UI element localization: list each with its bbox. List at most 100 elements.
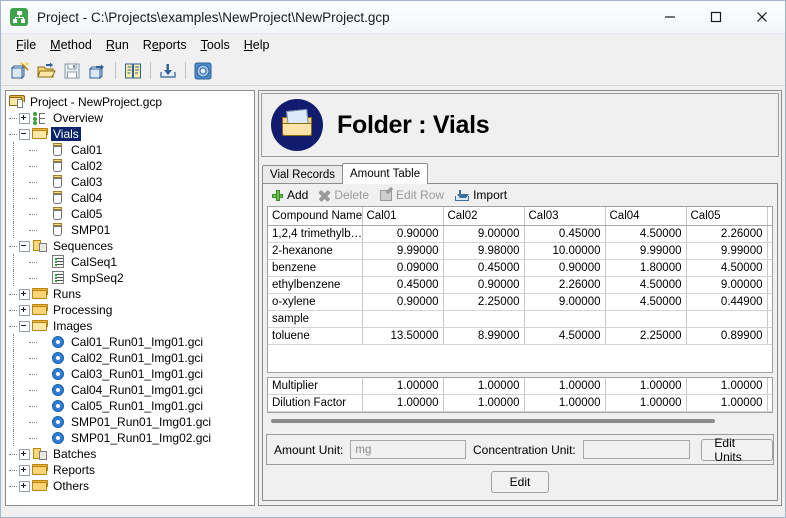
process-icon[interactable] — [190, 59, 216, 83]
cell-value[interactable]: 4.50000 — [605, 277, 686, 294]
cell-value[interactable]: 9.99000 — [686, 243, 767, 260]
tree-item-others[interactable]: Others — [9, 478, 254, 494]
cell-value[interactable] — [767, 260, 773, 277]
tree-item-cal04[interactable]: Cal04 — [9, 190, 254, 206]
tree-expander-expand-icon[interactable] — [19, 289, 30, 300]
new-project-icon[interactable] — [7, 59, 33, 83]
menu-reports[interactable]: Reports — [136, 36, 194, 54]
summary-row[interactable]: Dilution Factor1.000001.000001.000001.00… — [268, 395, 773, 412]
tree-item-smp01-run01-img02-gci[interactable]: SMP01_Run01_Img02.gci — [9, 430, 254, 446]
cell-value[interactable]: 4.50000 — [524, 328, 605, 345]
cell-value[interactable]: 4.50000 — [686, 260, 767, 277]
tree-expander-expand-icon[interactable] — [19, 449, 30, 460]
cell-value[interactable] — [686, 311, 767, 328]
close-project-icon[interactable] — [85, 59, 111, 83]
tree-item-cal03[interactable]: Cal03 — [9, 174, 254, 190]
tree-item-cal03-run01-img01-gci[interactable]: Cal03_Run01_Img01.gci — [9, 366, 254, 382]
tree-item-overview[interactable]: Overview — [9, 110, 254, 126]
tree-expander-collapse-icon[interactable] — [19, 129, 30, 140]
cell-value[interactable]: 9.00000 — [443, 226, 524, 243]
table-row[interactable]: 2-hexanone9.990009.9800010.000009.990009… — [268, 243, 773, 260]
summary-cell-value[interactable]: 1.00000 — [362, 378, 443, 395]
cell-compound-name[interactable]: o-xylene — [268, 294, 362, 311]
cell-compound-name[interactable]: benzene — [268, 260, 362, 277]
menu-help[interactable]: Help — [237, 36, 277, 54]
cell-value[interactable] — [767, 328, 773, 345]
cell-value[interactable]: 4.50000 — [605, 226, 686, 243]
summary-cell-value[interactable] — [767, 395, 773, 412]
tree-item-processing[interactable]: Processing — [9, 302, 254, 318]
tree-item-cal04-run01-img01-gci[interactable]: Cal04_Run01_Img01.gci — [9, 382, 254, 398]
cell-value[interactable] — [767, 294, 773, 311]
tree-item-cal01[interactable]: Cal01 — [9, 142, 254, 158]
table-row[interactable]: o-xylene0.900002.250009.000004.500000.44… — [268, 294, 773, 311]
column-header-cal02[interactable]: Cal02 — [443, 207, 524, 226]
column-header-compound-name[interactable]: Compound Name — [268, 207, 362, 226]
tree-item-cal05-run01-img01-gci[interactable]: Cal05_Run01_Img01.gci — [9, 398, 254, 414]
cell-value[interactable]: 0.45000 — [362, 277, 443, 294]
cell-value[interactable]: 4.50000 — [605, 294, 686, 311]
project-tree-panel[interactable]: Project - NewProject.gcp OverviewVialsCa… — [5, 90, 255, 506]
column-header-cal04[interactable]: Cal04 — [605, 207, 686, 226]
table-row[interactable]: toluene13.500008.990004.500002.250000.89… — [268, 328, 773, 345]
tree-item-reports[interactable]: Reports — [9, 462, 254, 478]
cell-value[interactable]: 2.26000 — [686, 226, 767, 243]
amount-table-grid[interactable]: Compound NameCal01Cal02Cal03Cal04Cal05SM… — [267, 206, 773, 373]
tree-expander-expand-icon[interactable] — [19, 305, 30, 316]
tree-item-cal05[interactable]: Cal05 — [9, 206, 254, 222]
cell-value[interactable] — [524, 311, 605, 328]
cell-value[interactable]: 0.90000 — [524, 260, 605, 277]
tree-expander-expand-icon[interactable] — [19, 113, 30, 124]
column-header-smp0[interactable]: SMP0 — [767, 207, 773, 226]
tab-vial-records[interactable]: Vial Records — [262, 165, 343, 184]
open-project-icon[interactable] — [33, 59, 59, 83]
menu-file[interactable]: File — [9, 36, 43, 54]
cell-value[interactable]: 2.26000 — [524, 277, 605, 294]
cell-value[interactable] — [362, 311, 443, 328]
compare-icon[interactable] — [120, 59, 146, 83]
edit-units-button[interactable]: Edit Units — [701, 439, 773, 461]
summary-cell-value[interactable]: 1.00000 — [443, 395, 524, 412]
tree-item-smpseq2[interactable]: SmpSeq2 — [9, 270, 254, 286]
summary-cell-value[interactable]: 1.00000 — [443, 378, 524, 395]
cell-value[interactable]: 0.44900 — [686, 294, 767, 311]
delete-button[interactable]: Delete — [315, 187, 373, 203]
scrollbar-thumb[interactable] — [271, 419, 715, 423]
cell-value[interactable]: 2.25000 — [443, 294, 524, 311]
tree-item-runs[interactable]: Runs — [9, 286, 254, 302]
cell-value[interactable] — [767, 277, 773, 294]
cell-value[interactable]: 13.50000 — [362, 328, 443, 345]
amount-unit-field[interactable]: mg — [350, 440, 466, 459]
cell-value[interactable]: 0.90000 — [362, 294, 443, 311]
summary-cell-value[interactable]: 1.00000 — [686, 395, 767, 412]
cell-value[interactable] — [767, 226, 773, 243]
cell-value[interactable]: 0.45000 — [443, 260, 524, 277]
tree-item-cal01-run01-img01-gci[interactable]: Cal01_Run01_Img01.gci — [9, 334, 254, 350]
tree-item-cal02-run01-img01-gci[interactable]: Cal02_Run01_Img01.gci — [9, 350, 254, 366]
tree-root[interactable]: Project - NewProject.gcp — [9, 94, 254, 110]
cell-value[interactable]: 2.25000 — [605, 328, 686, 345]
summary-cell-value[interactable]: 1.00000 — [362, 395, 443, 412]
tree-item-calseq1[interactable]: CalSeq1 — [9, 254, 254, 270]
cell-compound-name[interactable]: 2-hexanone — [268, 243, 362, 260]
maximize-button[interactable] — [693, 1, 739, 33]
summary-row[interactable]: Multiplier1.000001.000001.000001.000001.… — [268, 378, 773, 395]
cell-value[interactable]: 0.89900 — [686, 328, 767, 345]
table-row[interactable]: sample — [268, 311, 773, 328]
menu-tools[interactable]: Tools — [194, 36, 237, 54]
cell-value[interactable]: 0.90000 — [443, 277, 524, 294]
tree-expander-collapse-icon[interactable] — [19, 241, 30, 252]
summary-grid[interactable]: Multiplier1.000001.000001.000001.000001.… — [267, 377, 773, 413]
cell-compound-name[interactable]: sample — [268, 311, 362, 328]
summary-cell-value[interactable] — [767, 378, 773, 395]
import-button[interactable]: Import — [451, 187, 511, 203]
edit-row-button[interactable]: Edit Row — [376, 187, 448, 203]
cell-value[interactable] — [767, 243, 773, 260]
tree-item-batches[interactable]: Batches — [9, 446, 254, 462]
cell-value[interactable]: 9.99000 — [362, 243, 443, 260]
menu-run[interactable]: Run — [99, 36, 136, 54]
tree-expander-expand-icon[interactable] — [19, 465, 30, 476]
concentration-unit-field[interactable] — [583, 440, 691, 459]
table-row[interactable]: 1,2,4 trimethylb…0.900009.000000.450004.… — [268, 226, 773, 243]
save-icon[interactable] — [59, 59, 85, 83]
